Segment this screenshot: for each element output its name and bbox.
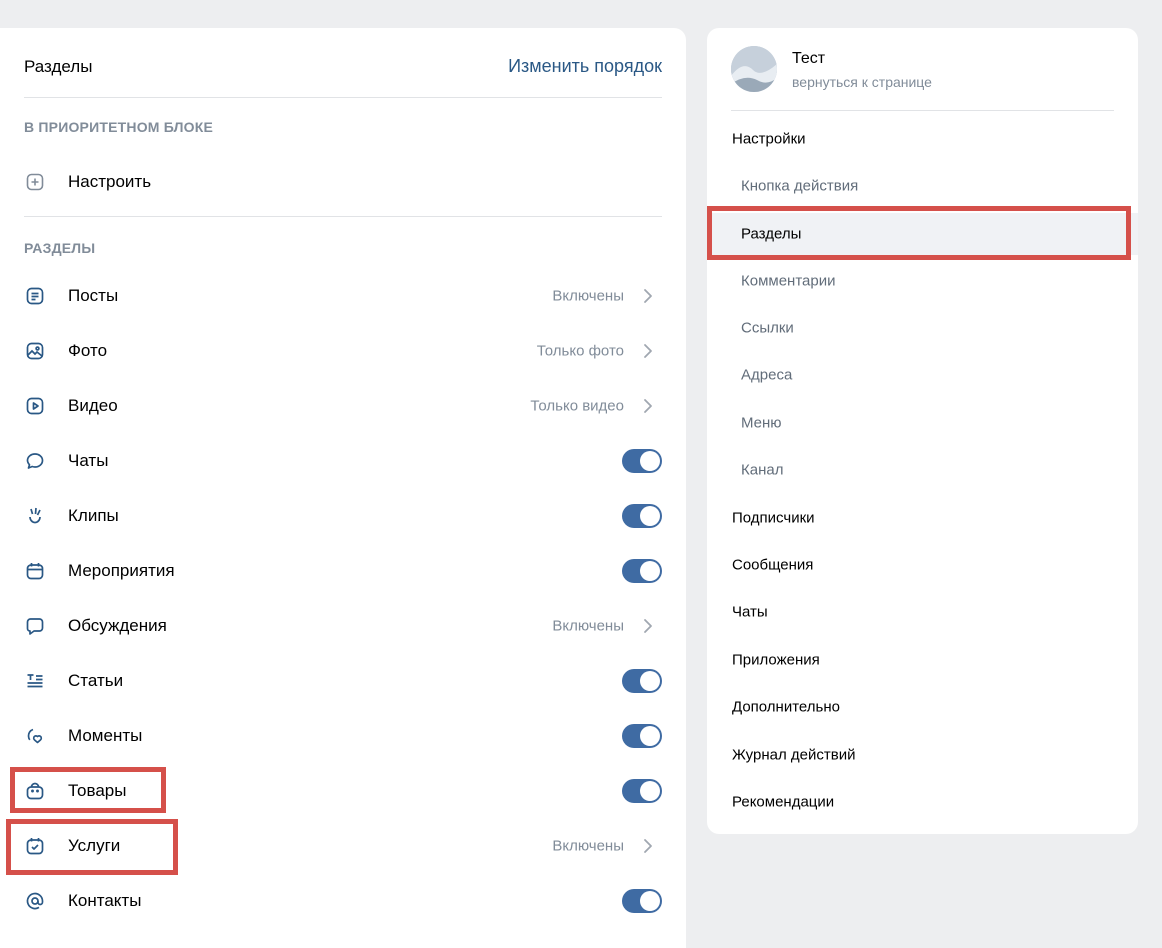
section-toggle[interactable]	[622, 558, 662, 583]
article-icon	[24, 285, 46, 307]
profile-block[interactable]: Тест вернуться к странице	[731, 28, 1114, 111]
nav-item[interactable]: Кнопка действия	[707, 166, 1138, 206]
section-label: Обсуждения	[68, 615, 167, 635]
nav-item-label: Комментарии	[741, 272, 836, 290]
configure-label: Настроить	[68, 171, 152, 191]
section-label: Посты	[68, 285, 119, 305]
change-order-link[interactable]: Изменить порядок	[508, 56, 662, 77]
section-row[interactable]: Посты Включены	[0, 268, 686, 323]
discussion-icon	[24, 615, 46, 637]
section-row[interactable]: Чаты	[0, 433, 686, 488]
section-label: Контакты	[68, 890, 142, 910]
section-row[interactable]: Обсуждения Включены	[0, 598, 686, 653]
profile-name: Тест	[792, 50, 826, 67]
section-label: Фото	[68, 340, 108, 360]
calendar-icon	[24, 560, 46, 582]
section-status: Только фото	[536, 342, 624, 359]
highlight-box-services	[6, 819, 178, 875]
nav-item[interactable]: Приложения	[707, 640, 1138, 680]
nav-item[interactable]: Меню	[707, 403, 1138, 443]
clips-icon	[24, 505, 46, 527]
section-row[interactable]: Статьи	[0, 653, 686, 708]
chevron-right-icon	[642, 618, 654, 634]
nav-item[interactable]: Ссылки	[707, 308, 1138, 348]
back-to-page-link[interactable]: вернуться к странице	[792, 74, 932, 90]
add-square-icon	[24, 171, 46, 193]
nav-item-label: Настройки	[732, 130, 806, 148]
at-icon	[24, 890, 46, 912]
divider	[24, 216, 662, 217]
nav-item[interactable]: Настройки	[707, 119, 1138, 159]
section-status: Включены	[552, 837, 624, 854]
nav-item-label: Подписчики	[732, 509, 815, 527]
chevron-right-icon	[642, 398, 654, 414]
moments-icon	[24, 725, 46, 747]
photo-icon	[24, 340, 46, 362]
nav-item[interactable]: Комментарии	[707, 261, 1138, 301]
settings-nav-panel: Тест вернуться к странице Настройки Кнопк…	[707, 28, 1138, 834]
nav-item-label: Рекомендации	[732, 793, 835, 811]
articles-icon	[24, 670, 46, 692]
section-toggle[interactable]	[622, 888, 662, 913]
nav-item[interactable]: Журнал действий	[707, 735, 1138, 775]
chevron-right-icon	[642, 343, 654, 359]
highlight-box-sections	[707, 206, 1131, 260]
section-label: Статьи	[68, 670, 124, 690]
sections-header: Разделы Изменить порядок	[24, 28, 662, 98]
configure-priority-row[interactable]: Настроить	[0, 154, 686, 209]
nav-item[interactable]: Адреса	[707, 355, 1138, 395]
page-title: Разделы	[24, 57, 93, 76]
section-row[interactable]: Видео Только видео	[0, 378, 686, 433]
chevron-right-icon	[642, 838, 654, 854]
section-row[interactable]: Фото Только фото	[0, 323, 686, 378]
sections-subheader: РАЗДЕЛЫ	[24, 240, 96, 256]
section-toggle[interactable]	[622, 503, 662, 528]
nav-item[interactable]: Рекомендации	[707, 782, 1138, 822]
section-status: Включены	[552, 617, 624, 634]
section-label: Чаты	[68, 450, 109, 470]
section-row[interactable]: Клипы	[0, 488, 686, 543]
section-status: Включены	[552, 287, 624, 304]
video-icon	[24, 395, 46, 417]
highlight-box-goods	[10, 767, 166, 813]
section-toggle[interactable]	[622, 778, 662, 803]
section-row[interactable]: Моменты	[0, 708, 686, 763]
nav-item-label: Адреса	[741, 366, 793, 384]
section-label: Клипы	[68, 505, 119, 525]
avatar	[731, 46, 777, 92]
nav-item[interactable]: Чаты	[707, 592, 1138, 632]
priority-block-header: В ПРИОРИТЕТНОМ БЛОКЕ	[24, 119, 214, 135]
nav-item-label: Канал	[741, 461, 784, 479]
section-status: Только видео	[530, 397, 624, 414]
nav-item-label: Меню	[741, 414, 782, 432]
section-label: Мероприятия	[68, 560, 175, 580]
section-toggle[interactable]	[622, 668, 662, 693]
nav-item-label: Приложения	[732, 651, 820, 669]
section-label: Видео	[68, 395, 118, 415]
nav-item-label: Журнал действий	[732, 746, 856, 764]
nav-item[interactable]: Канал	[707, 450, 1138, 490]
nav-item-label: Дополнительно	[732, 698, 840, 716]
nav-item-label: Ссылки	[741, 319, 794, 337]
nav-item[interactable]: Сообщения	[707, 545, 1138, 585]
section-label: Моменты	[68, 725, 143, 745]
nav-item[interactable]: Подписчики	[707, 498, 1138, 538]
nav-item-label: Сообщения	[732, 556, 814, 574]
section-row[interactable]: Мероприятия	[0, 543, 686, 598]
section-toggle[interactable]	[622, 448, 662, 473]
chevron-right-icon	[642, 288, 654, 304]
section-toggle[interactable]	[622, 723, 662, 748]
nav-item-label: Чаты	[732, 603, 768, 621]
nav-item[interactable]: Дополнительно	[707, 687, 1138, 727]
chat-icon	[24, 450, 46, 472]
nav-item-label: Кнопка действия	[741, 177, 859, 195]
